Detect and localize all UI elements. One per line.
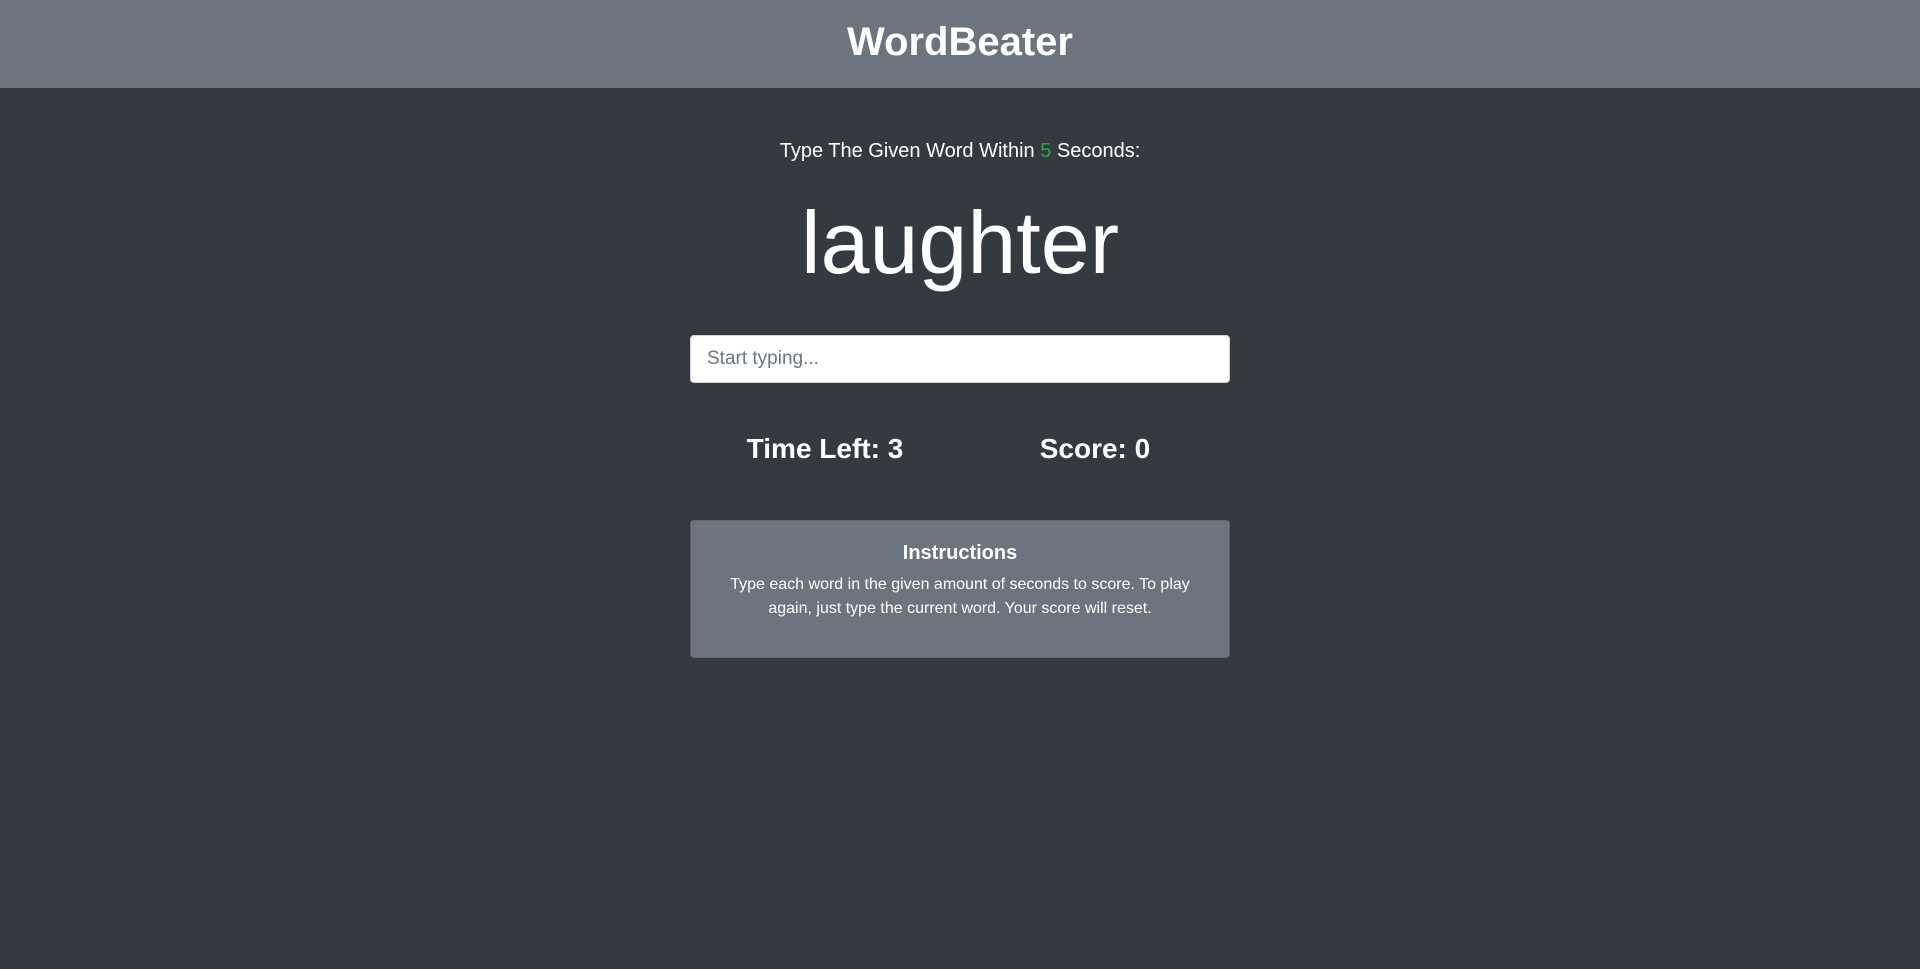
score: Score: 0 <box>960 432 1230 466</box>
stats-row: Time Left: 3 Score: 0 <box>690 432 1230 472</box>
score-value: 0 <box>1134 433 1151 464</box>
seconds-value: 5 <box>1040 140 1052 162</box>
instructions-text: Type each word in the given amount of se… <box>730 576 1190 617</box>
word-input[interactable] <box>690 335 1230 383</box>
game-area: Type The Given Word Within 5 Seconds: la… <box>0 88 1920 969</box>
app-header: WordBeater <box>0 0 1920 88</box>
instructions-card: Instructions Type each word in the given… <box>690 520 1230 658</box>
word-input-wrapper <box>690 335 1230 383</box>
score-label: Score: <box>1039 433 1135 464</box>
current-word: laughter <box>800 193 1119 292</box>
app-title: WordBeater <box>847 20 1073 64</box>
prompt-prefix: Type The Given Word Within <box>779 140 1041 162</box>
instructions-title: Instructions <box>902 542 1018 564</box>
prompt-line: Type The Given Word Within 5 Seconds: <box>0 140 1920 163</box>
time-left-label: Time Left: <box>746 433 888 464</box>
time-left-value: 3 <box>887 433 904 464</box>
prompt-suffix: Seconds: <box>1051 140 1141 162</box>
time-left: Time Left: 3 <box>690 432 960 466</box>
